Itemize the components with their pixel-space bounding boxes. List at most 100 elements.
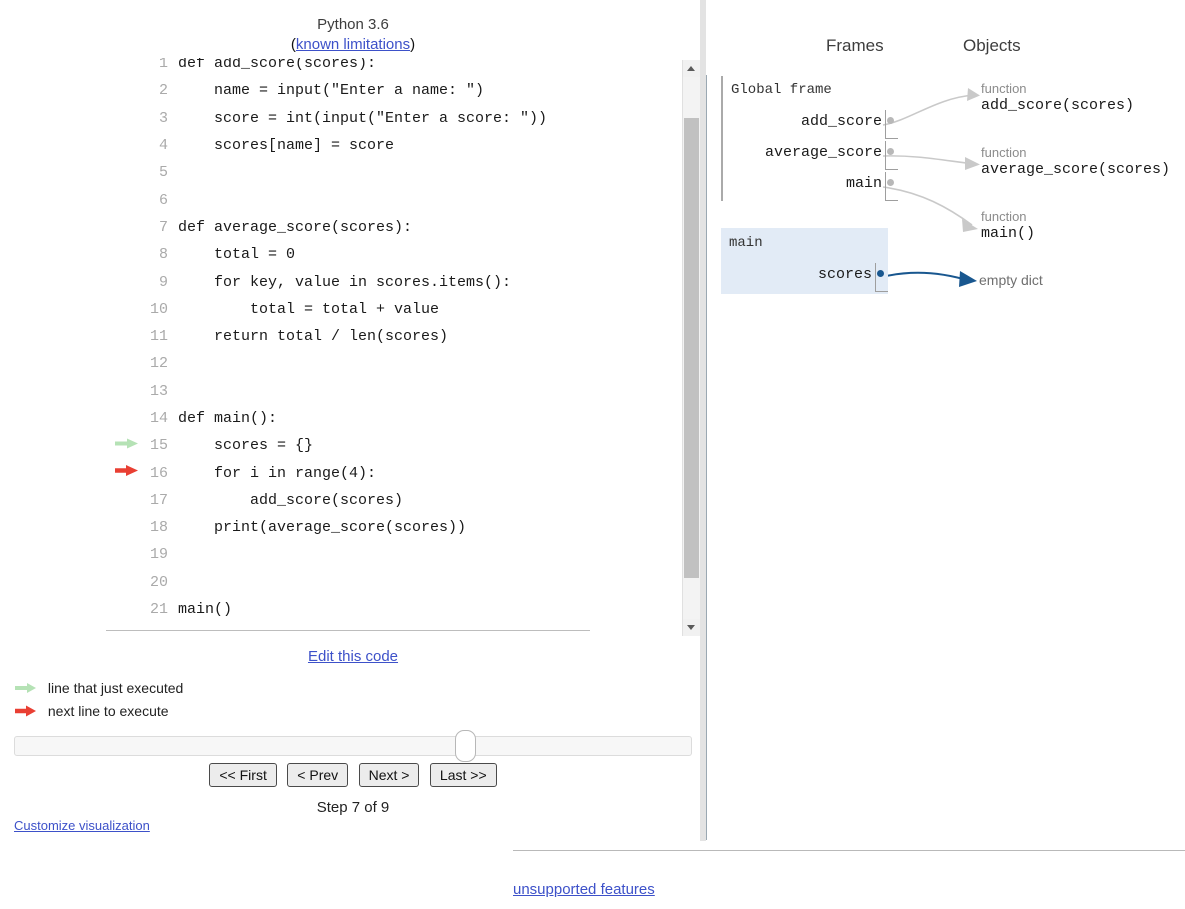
- frame-var-scores[interactable]: scores: [721, 263, 888, 294]
- code-line-row: 9 for key, value in scores.items():: [106, 268, 547, 295]
- object-kind-label: function: [981, 145, 1027, 160]
- code-line-row: 12: [106, 350, 547, 377]
- value-bracket: [885, 172, 898, 201]
- code-line-text[interactable]: def average_score(scores):: [178, 214, 547, 241]
- edit-this-code: Edit this code: [0, 648, 706, 665]
- value-bracket: [885, 141, 898, 170]
- unsupported-features: unsupported features: [513, 881, 655, 898]
- scrollbar-thumb[interactable]: [684, 118, 699, 578]
- pointer-dot: [877, 270, 884, 277]
- last-button[interactable]: Last >>: [429, 763, 497, 787]
- current-frame-main: main scores: [721, 228, 888, 294]
- first-button[interactable]: << First: [209, 763, 277, 787]
- code-line-text[interactable]: def add_score(scores):: [178, 58, 547, 77]
- customize-visualization-link[interactable]: Customize visualization: [14, 818, 150, 833]
- code-viewport[interactable]: 1 def add_score(scores): 2 name = input("E…: [106, 58, 690, 629]
- object-value-label: average_score(scores): [981, 161, 1171, 178]
- code-line-text[interactable]: [178, 378, 547, 405]
- code-line-text[interactable]: scores = {}: [178, 432, 547, 459]
- code-line-text[interactable]: [178, 569, 547, 596]
- code-line-row: 16 for i in range(4):: [106, 459, 547, 486]
- code-line-row: 8 total = 0: [106, 241, 547, 268]
- code-line-marker: [106, 350, 144, 377]
- object-function-average-score: function average_score(scores): [981, 145, 1170, 180]
- code-line-marker: [106, 159, 144, 186]
- known-limitations-line: (known limitations): [0, 35, 706, 55]
- code-line-row: 17 add_score(scores): [106, 487, 547, 514]
- code-line-row: 5: [106, 159, 547, 186]
- code-line-text[interactable]: [178, 159, 547, 186]
- green-arrow-icon: [15, 683, 36, 694]
- scroll-down-arrow-icon[interactable]: [683, 619, 700, 636]
- code-line-row: 13: [106, 378, 547, 405]
- legend-line-executed: line that just executed: [14, 679, 183, 696]
- code-line-number: 20: [149, 573, 168, 591]
- current-frame-title: main: [729, 235, 763, 251]
- code-line-row: 11 return total / len(scores): [106, 323, 547, 350]
- code-line-row: 10 total = total + value: [106, 296, 547, 323]
- code-line-text[interactable]: add_score(scores): [178, 487, 547, 514]
- global-var-add-score[interactable]: add_score: [723, 110, 898, 141]
- global-var-average-score[interactable]: average_score: [723, 141, 898, 172]
- code-line-number: 4: [158, 137, 168, 155]
- next-button[interactable]: Next >: [358, 763, 420, 787]
- code-line-number: 18: [149, 519, 168, 537]
- code-line-text[interactable]: total = total + value: [178, 296, 547, 323]
- code-line-text[interactable]: for key, value in scores.items():: [178, 268, 547, 295]
- code-line-number: 15: [149, 437, 168, 455]
- pointer-dot: [887, 117, 894, 124]
- code-line-marker: [106, 214, 144, 241]
- code-line-row: 21 main(): [106, 596, 547, 623]
- code-line-row: 19: [106, 541, 547, 568]
- unsupported-features-link[interactable]: unsupported features: [513, 881, 655, 898]
- code-scrollbar[interactable]: [682, 60, 700, 636]
- code-line-text[interactable]: [178, 186, 547, 213]
- code-line-marker: [106, 487, 144, 514]
- code-line-marker: [106, 432, 144, 459]
- red-arrow-icon: [15, 705, 36, 717]
- code-line-text[interactable]: total = 0: [178, 241, 547, 268]
- global-var-main[interactable]: main: [723, 172, 898, 203]
- code-listing: 1 def add_score(scores): 2 name = input("E…: [106, 58, 547, 623]
- code-line-number: 10: [149, 300, 168, 318]
- code-line-text[interactable]: score = int(input("Enter a score: ")): [178, 105, 547, 132]
- code-line-marker: [106, 296, 144, 323]
- code-line-row: 18 print(average_score(scores)): [106, 514, 547, 541]
- customize-visualization: Customize visualization: [14, 818, 150, 833]
- object-value-label: main(): [981, 225, 1036, 242]
- code-line-text[interactable]: main(): [178, 596, 547, 623]
- global-frame: Global frame add_score average_score mai…: [721, 76, 898, 201]
- code-line-marker: [106, 268, 144, 295]
- known-limitations-link[interactable]: known limitations: [296, 36, 410, 53]
- frame-var-scores-label: scores: [817, 266, 872, 283]
- code-line-text[interactable]: for i in range(4):: [178, 459, 547, 486]
- code-line-text[interactable]: def main():: [178, 405, 547, 432]
- step-navigation: << First < Prev Next > Last >>: [0, 763, 706, 787]
- visualization-pane: Frames Objects Global frame add_score av…: [706, 0, 1185, 841]
- python-version-header: Python 3.6 (known limitations): [0, 15, 706, 55]
- code-line-marker: [106, 77, 144, 104]
- code-line-text[interactable]: scores[name] = score: [178, 132, 547, 159]
- code-line-text[interactable]: [178, 350, 547, 377]
- code-line-marker: [106, 541, 144, 568]
- scroll-up-arrow-icon[interactable]: [683, 60, 700, 77]
- slider-handle[interactable]: [455, 730, 476, 762]
- object-function-main: function main(): [981, 209, 1035, 244]
- code-line-marker: [106, 58, 144, 77]
- execution-slider[interactable]: [14, 730, 692, 762]
- paren-close: ): [410, 36, 416, 53]
- code-line-marker: [106, 459, 144, 486]
- code-line-number: 3: [158, 109, 168, 127]
- code-line-text[interactable]: return total / len(scores): [178, 323, 547, 350]
- code-line-text[interactable]: name = input("Enter a name: "): [178, 77, 547, 104]
- code-line-text[interactable]: print(average_score(scores)): [178, 514, 547, 541]
- object-value-label: add_score(scores): [981, 97, 1135, 114]
- code-line-number: 13: [149, 382, 168, 400]
- edit-this-code-link[interactable]: Edit this code: [308, 648, 398, 665]
- code-line-number: 12: [149, 355, 168, 373]
- code-line-number: 6: [158, 191, 168, 209]
- code-line-text[interactable]: [178, 541, 547, 568]
- green-arrow-icon: [115, 438, 138, 449]
- object-kind-label: function: [981, 209, 1027, 224]
- prev-button[interactable]: < Prev: [287, 763, 349, 787]
